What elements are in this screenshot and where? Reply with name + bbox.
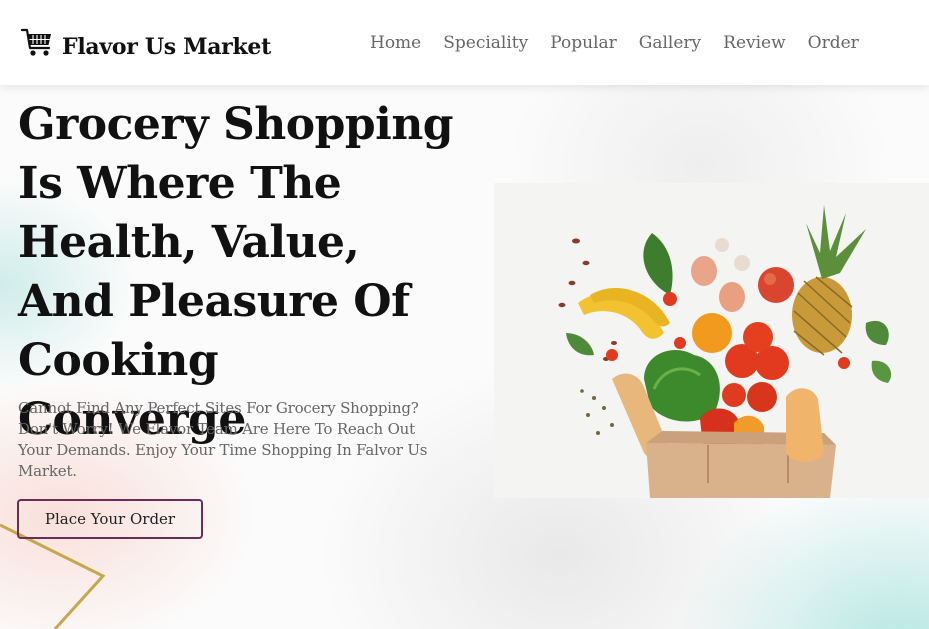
shopping-cart-icon (20, 28, 51, 56)
grocery-bag-illustration (494, 183, 929, 498)
nav-review[interactable]: Review (723, 33, 786, 53)
nav-home[interactable]: Home (370, 33, 421, 53)
hero-headline: Grocery Shopping Is Where The Health, Va… (18, 99, 454, 445)
nav-gallery[interactable]: Gallery (639, 33, 701, 53)
site-header: Flavor Us Market Home Speciality Popular… (0, 0, 929, 85)
nav-popular[interactable]: Popular (550, 33, 617, 53)
grocery-hero-image (494, 183, 929, 498)
place-order-button[interactable]: Place Your Order (17, 499, 203, 539)
main-nav: Home Speciality Popular Gallery Review O… (370, 33, 881, 53)
brand-logo[interactable]: Flavor Us Market (20, 26, 271, 60)
brand-name: Flavor Us Market (62, 34, 271, 60)
nav-order[interactable]: Order (808, 33, 859, 53)
nav-speciality[interactable]: Speciality (443, 33, 528, 53)
hero-subtext: Cannot Find Any Perfect Sites For Grocer… (18, 399, 428, 480)
